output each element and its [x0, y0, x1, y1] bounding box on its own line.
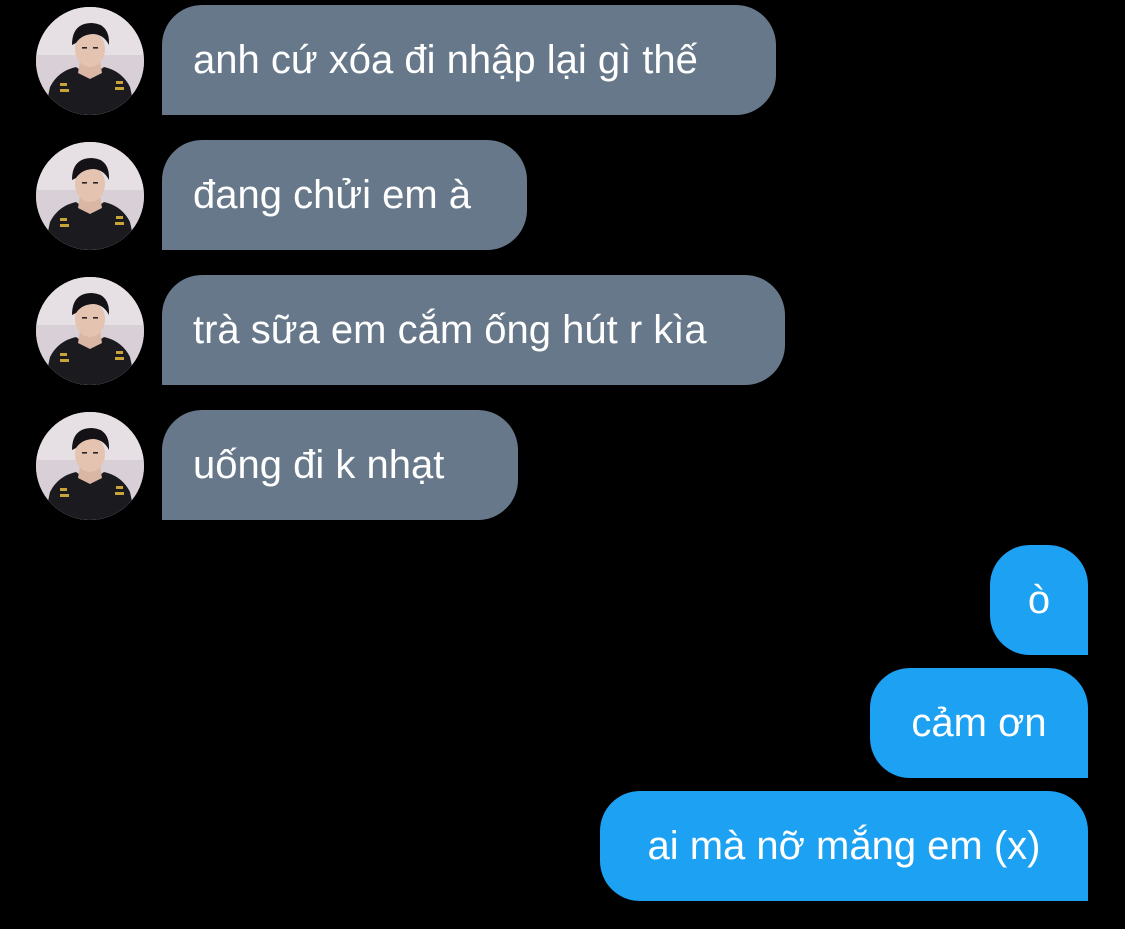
outgoing-message-3[interactable]: ai mà nỡ mắng em (x)	[600, 791, 1088, 901]
message-bubble[interactable]: trà sữa em cắm ống hút r kìa	[162, 275, 785, 385]
message-bubble[interactable]: đang chửi em à	[162, 140, 527, 250]
profile-photo-icon[interactable]	[36, 142, 144, 250]
profile-photo-icon[interactable]	[36, 7, 144, 115]
profile-photo-icon[interactable]	[36, 412, 144, 520]
message-bubble[interactable]: uống đi k nhạt	[162, 410, 518, 520]
outgoing-message-1[interactable]: ò	[990, 545, 1088, 655]
outgoing-message-2[interactable]: cảm ơn	[870, 668, 1088, 778]
profile-photo-icon[interactable]	[36, 277, 144, 385]
message-bubble[interactable]: anh cứ xóa đi nhập lại gì thế	[162, 5, 776, 115]
